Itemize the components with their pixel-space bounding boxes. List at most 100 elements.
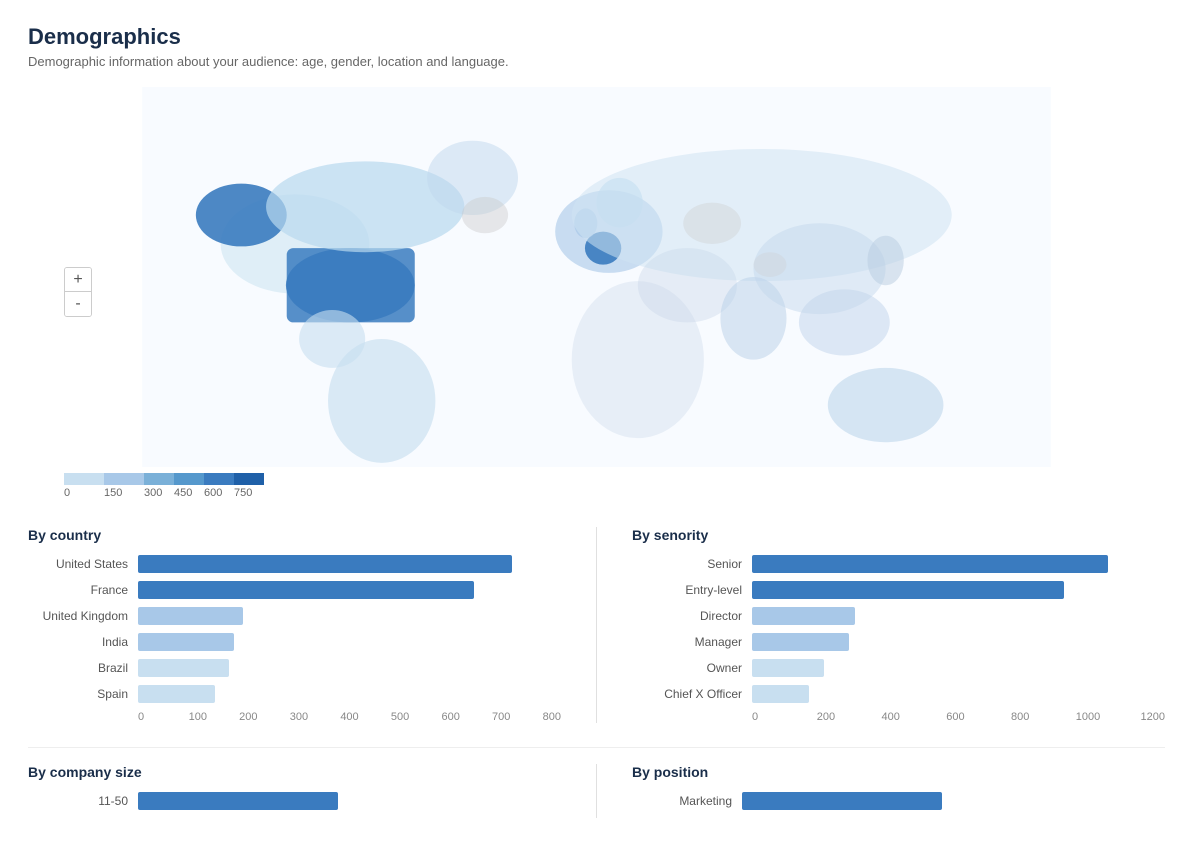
bar-track	[138, 792, 561, 810]
bar-label: United Kingdom	[28, 609, 138, 623]
bar-track	[138, 607, 561, 625]
charts-row-2: By company size 11-50 By position Market…	[28, 747, 1165, 818]
bar-track	[742, 792, 1165, 810]
chart-divider-1	[596, 527, 597, 723]
axis-label: 1200	[1141, 711, 1165, 723]
legend-seg-1	[64, 473, 104, 485]
by-senority-panel: By senority SeniorEntry-levelDirectorMan…	[632, 527, 1165, 723]
zoom-in-button[interactable]: +	[65, 268, 91, 292]
bar-label: Chief X Officer	[632, 687, 752, 701]
bar-fill	[752, 633, 849, 651]
legend-labels: 0 150 300 450 600 750	[28, 487, 1165, 499]
bar-label: 11-50	[28, 794, 138, 808]
world-map	[28, 87, 1165, 467]
axis-row: 020040060080010001200	[632, 711, 1165, 723]
bar-label: Marketing	[632, 794, 742, 808]
legend-label-300: 300	[144, 487, 174, 499]
axis-label: 600	[441, 711, 492, 723]
bar-row: Entry-level	[632, 581, 1165, 599]
bar-fill	[138, 685, 215, 703]
legend-seg-4	[174, 473, 204, 485]
bar-track	[138, 633, 561, 651]
map-section: + -	[28, 87, 1165, 507]
bar-row: Director	[632, 607, 1165, 625]
axis-label: 600	[946, 711, 1011, 723]
axis-label: 0	[752, 711, 817, 723]
bar-track	[752, 659, 1165, 677]
axis-label: 300	[290, 711, 341, 723]
bar-row: 11-50	[28, 792, 561, 810]
bar-row: Brazil	[28, 659, 561, 677]
zoom-controls: + -	[64, 267, 92, 317]
legend-seg-2	[104, 473, 144, 485]
page-container: Demographics Demographic information abo…	[0, 0, 1193, 850]
bar-fill	[752, 659, 824, 677]
map-container: + -	[28, 87, 1165, 467]
by-position-panel: By position Marketing	[632, 764, 1165, 818]
bar-track	[752, 555, 1165, 573]
page-title: Demographics	[28, 24, 1165, 50]
legend-bar	[64, 473, 264, 485]
axis-label: 400	[882, 711, 947, 723]
chart-divider-2	[596, 764, 597, 818]
legend-label-450: 450	[174, 487, 204, 499]
bar-row: Manager	[632, 633, 1165, 651]
bar-label: Brazil	[28, 661, 138, 675]
bar-label: India	[28, 635, 138, 649]
by-company-size-chart: 11-50	[28, 792, 561, 810]
by-company-size-title: By company size	[28, 764, 561, 780]
bar-track	[138, 581, 561, 599]
bar-label: Manager	[632, 635, 752, 649]
bar-row: India	[28, 633, 561, 651]
bar-track	[752, 633, 1165, 651]
page-subtitle: Demographic information about your audie…	[28, 54, 1165, 69]
bar-label: Entry-level	[632, 583, 752, 597]
axis-label: 1000	[1076, 711, 1141, 723]
by-senority-title: By senority	[632, 527, 1165, 543]
legend-label-750: 750	[234, 487, 264, 499]
bar-label: France	[28, 583, 138, 597]
bar-row: Chief X Officer	[632, 685, 1165, 703]
bar-fill	[742, 792, 942, 810]
bar-row: United Kingdom	[28, 607, 561, 625]
axis-label: 800	[1011, 711, 1076, 723]
bar-track	[752, 685, 1165, 703]
charts-row-1: By country United States France United Kin…	[28, 527, 1165, 723]
bar-row: Marketing	[632, 792, 1165, 810]
bar-label: Spain	[28, 687, 138, 701]
by-country-title: By country	[28, 527, 561, 543]
bar-row: Spain	[28, 685, 561, 703]
map-legend	[28, 473, 1165, 485]
legend-seg-5	[204, 473, 234, 485]
bar-row: France	[28, 581, 561, 599]
by-country-chart: United States France United Kingdom India Br…	[28, 555, 561, 723]
zoom-out-button[interactable]: -	[65, 292, 91, 316]
bar-label: Director	[632, 609, 752, 623]
bar-fill	[138, 633, 234, 651]
axis-row: 0100200300400500600700800	[28, 711, 561, 723]
axis-label: 200	[817, 711, 882, 723]
axis-label: 700	[492, 711, 543, 723]
legend-seg-6	[234, 473, 264, 485]
bar-fill	[138, 607, 243, 625]
legend-label-600: 600	[204, 487, 234, 499]
bar-label: United States	[28, 557, 138, 571]
legend-label-150: 150	[104, 487, 144, 499]
bar-track	[752, 581, 1165, 599]
bar-track	[138, 659, 561, 677]
by-company-size-panel: By company size 11-50	[28, 764, 561, 818]
bar-row: United States	[28, 555, 561, 573]
bar-fill	[138, 659, 229, 677]
bar-fill	[138, 792, 338, 810]
by-country-panel: By country United States France United Kin…	[28, 527, 561, 723]
axis-label: 400	[340, 711, 391, 723]
by-position-title: By position	[632, 764, 1165, 780]
legend-seg-3	[144, 473, 174, 485]
bar-track	[138, 555, 561, 573]
axis-label: 200	[239, 711, 290, 723]
bar-fill	[752, 685, 809, 703]
bar-label: Owner	[632, 661, 752, 675]
bar-fill	[138, 581, 474, 599]
bar-fill	[752, 607, 855, 625]
bar-track	[138, 685, 561, 703]
